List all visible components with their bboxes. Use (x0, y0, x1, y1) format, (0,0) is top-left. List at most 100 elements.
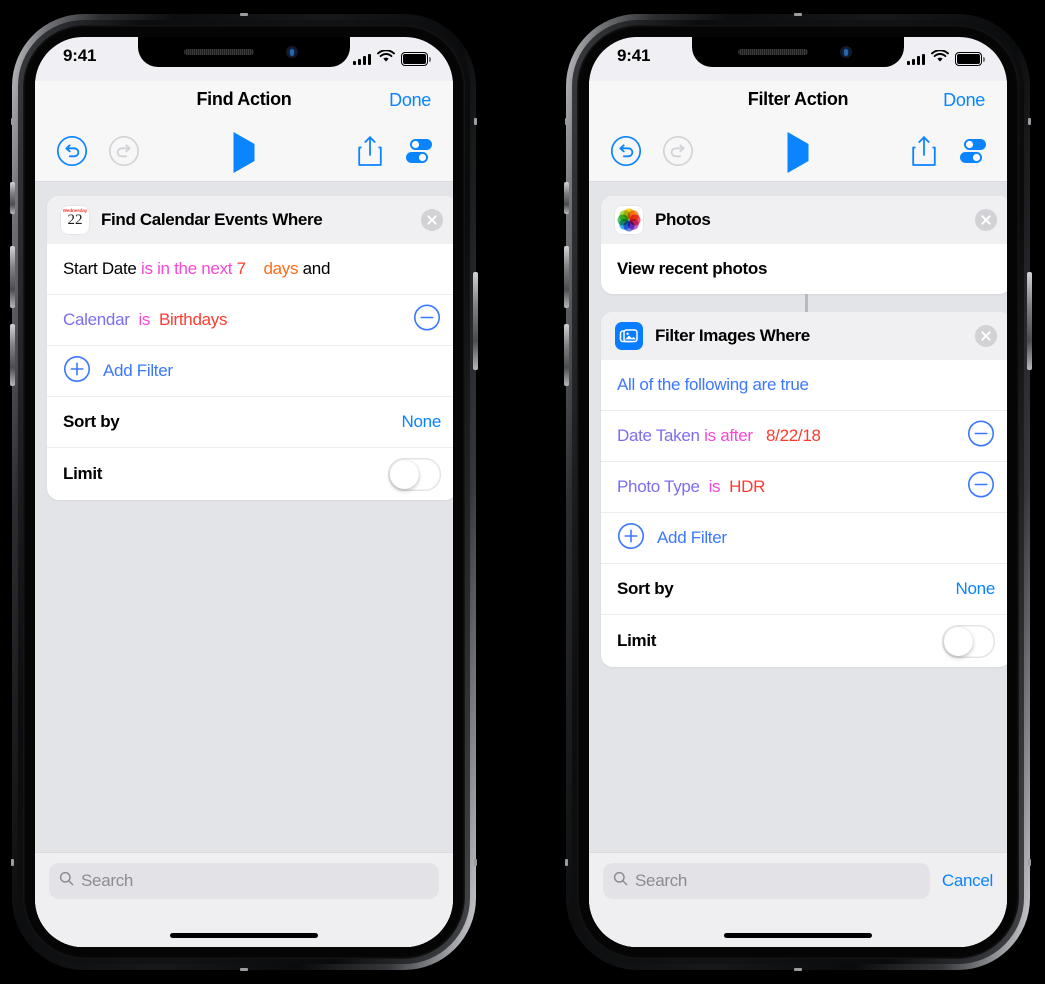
status-bar: 9:41 (35, 37, 453, 81)
close-circle-icon[interactable] (975, 209, 997, 231)
sort-by-value[interactable]: None (402, 412, 442, 432)
filter-token[interactable]: Photo Type (617, 477, 700, 497)
search-input[interactable]: Search (603, 863, 930, 899)
add-filter-label: Add Filter (103, 361, 173, 380)
add-filter-button[interactable]: Add Filter (63, 355, 173, 388)
power-button[interactable] (473, 272, 478, 370)
filter-token[interactable]: is (138, 310, 150, 330)
sort-by-row[interactable]: Sort by None (601, 563, 1007, 614)
play-icon (787, 132, 809, 173)
settings-button[interactable] (403, 136, 435, 171)
filter-token[interactable]: is in the next (141, 259, 237, 279)
filter-token[interactable]: 7 (237, 259, 246, 279)
volume-down-button[interactable] (564, 324, 569, 386)
settings-button[interactable] (957, 136, 989, 171)
share-button[interactable] (911, 135, 937, 172)
undo-button[interactable] (609, 134, 643, 173)
action-card-header[interactable]: Photos (601, 196, 1007, 244)
filter-token[interactable]: Birthdays (159, 310, 227, 330)
sort-by-row[interactable]: Sort by None (47, 396, 453, 447)
filter-token[interactable]: HDR (729, 477, 765, 497)
close-circle-icon[interactable] (421, 209, 443, 231)
filter-token[interactable]: is (709, 477, 721, 497)
filter-token[interactable]: Start Date (63, 259, 141, 279)
filter-row[interactable]: Date Taken is after 8/22/18 (601, 410, 1007, 461)
card-subtitle: View recent photos (617, 259, 768, 278)
filter-token[interactable]: Date Taken (617, 426, 704, 446)
add-filter-row[interactable]: Add Filter (601, 512, 1007, 563)
search-row: Search Cancel (589, 853, 1007, 913)
antenna-band (1028, 859, 1031, 866)
redo-button[interactable] (661, 134, 695, 173)
play-button[interactable] (787, 132, 809, 173)
search-input[interactable]: Search (49, 863, 439, 899)
filter-row[interactable]: Start Date is in the next 7 days and (47, 244, 453, 294)
silent-switch[interactable] (10, 182, 15, 214)
filter-token[interactable]: days (264, 259, 299, 279)
volume-up-button[interactable] (10, 246, 15, 308)
done-button[interactable]: Done (389, 90, 431, 111)
play-icon (233, 132, 255, 173)
sort-by-value[interactable]: None (956, 579, 996, 599)
status-indicators (907, 49, 985, 68)
action-card-header[interactable]: Wednesday 22 Find Calendar Events Where (47, 196, 453, 244)
add-filter-button[interactable]: Add Filter (617, 522, 727, 555)
limit-toggle[interactable] (388, 457, 441, 491)
home-indicator[interactable] (589, 913, 1007, 947)
filter-token[interactable] (150, 310, 159, 330)
action-card[interactable]: Photos View recent photos (601, 196, 1007, 294)
editor-toolbar (35, 125, 453, 182)
filter-tokens: Calendar is Birthdays (63, 310, 227, 330)
calendar-app-icon: Wednesday 22 (61, 206, 89, 234)
filter-token[interactable] (720, 477, 729, 497)
battery-icon (955, 51, 985, 67)
filter-row[interactable]: Calendar is Birthdays (47, 294, 453, 345)
redo-button[interactable] (107, 134, 141, 173)
search-cancel-button[interactable]: Cancel (942, 871, 993, 891)
filter-token[interactable]: All of the following are true (617, 375, 809, 395)
play-button[interactable] (233, 132, 255, 173)
power-button[interactable] (1027, 272, 1032, 370)
device-screen: 9:41 Filter Action Done Photos View rece… (589, 37, 1007, 947)
card-subtitle-row[interactable]: View recent photos (601, 244, 1007, 294)
filter-tokens: Date Taken is after 8/22/18 (617, 426, 821, 446)
filter-token[interactable]: is after (704, 426, 753, 446)
limit-toggle[interactable] (942, 624, 995, 658)
shortcut-canvas: Photos View recent photos Filter Images … (589, 182, 1007, 947)
home-indicator[interactable] (35, 913, 453, 947)
filter-images-icon (615, 322, 643, 350)
volume-up-button[interactable] (564, 246, 569, 308)
volume-down-button[interactable] (10, 324, 15, 386)
photos-app-icon (615, 206, 643, 234)
undo-button[interactable] (55, 134, 89, 173)
limit-row[interactable]: Limit (601, 614, 1007, 667)
add-filter-row[interactable]: Add Filter (47, 345, 453, 396)
limit-row[interactable]: Limit (47, 447, 453, 500)
status-indicators (353, 49, 431, 68)
bottom-search-panel: Search (35, 852, 453, 947)
share-button[interactable] (357, 135, 383, 172)
add-filter-label: Add Filter (657, 528, 727, 547)
antenna-band (240, 968, 248, 971)
remove-filter-button[interactable] (413, 304, 441, 337)
action-card-header[interactable]: Filter Images Where (601, 312, 1007, 360)
filter-token[interactable] (130, 310, 139, 330)
remove-filter-button[interactable] (967, 420, 995, 453)
close-circle-icon[interactable] (975, 325, 997, 347)
filter-row[interactable]: All of the following are true (601, 360, 1007, 410)
search-icon (59, 871, 74, 891)
filter-token[interactable] (246, 259, 264, 279)
filter-token[interactable] (700, 477, 709, 497)
done-button[interactable]: Done (943, 90, 985, 111)
action-card-title: Find Calendar Events Where (101, 210, 323, 229)
filter-token[interactable]: 8/22/18 (766, 426, 821, 446)
silent-switch[interactable] (564, 182, 569, 214)
action-card[interactable]: Filter Images Where All of the following… (601, 312, 1007, 667)
filter-token[interactable]: Calendar (63, 310, 130, 330)
filter-row[interactable]: Photo Type is HDR (601, 461, 1007, 512)
action-card[interactable]: Wednesday 22 Find Calendar Events Where … (47, 196, 453, 500)
toggle-knob (390, 459, 419, 489)
filter-token[interactable]: and (298, 259, 331, 279)
filter-token[interactable] (753, 426, 766, 446)
remove-filter-button[interactable] (967, 471, 995, 504)
